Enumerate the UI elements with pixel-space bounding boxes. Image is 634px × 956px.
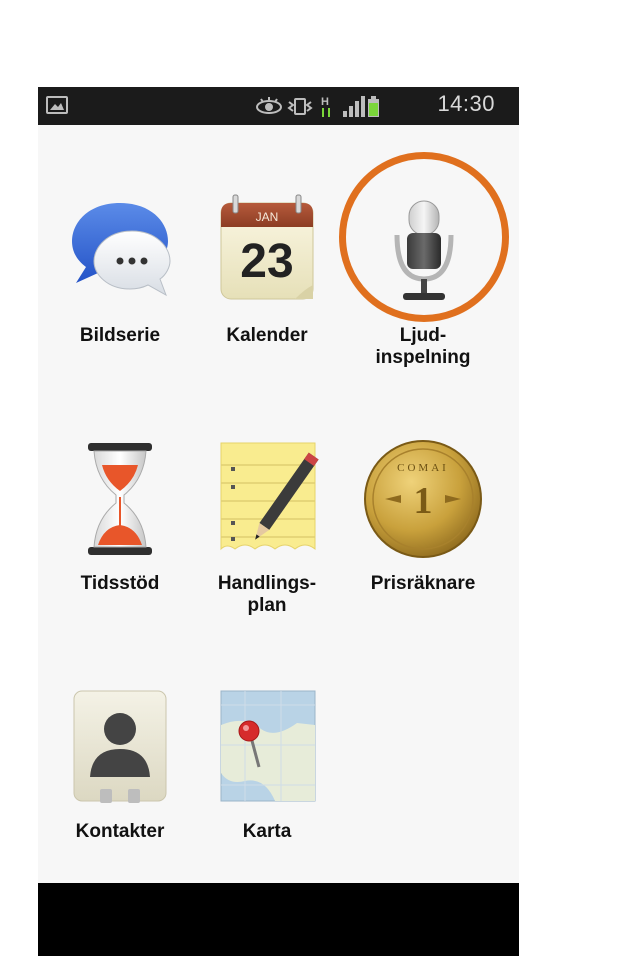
notepad-pencil-icon xyxy=(220,442,319,551)
app-tidsstod[interactable]: Tidsstöd xyxy=(55,437,185,595)
network-h-icon: H xyxy=(321,96,330,117)
eye-icon xyxy=(256,97,282,114)
navigation-bar xyxy=(38,883,519,956)
contacts-icon xyxy=(73,690,167,803)
phone-screen: H 14:30 Bildserie JAN 23 Kalender Ljud- … xyxy=(38,87,519,956)
app-label: Kontakter xyxy=(75,821,165,842)
app-label: Handlings- plan xyxy=(217,573,317,616)
coin-icon: COMAI 1 xyxy=(364,440,482,558)
signal-icon xyxy=(343,96,365,117)
app-ljudinspelning[interactable]: Ljud- inspelning xyxy=(358,189,488,369)
svg-text:H: H xyxy=(321,96,329,108)
app-label: Karta xyxy=(242,821,292,842)
calendar-icon: JAN 23 xyxy=(220,194,314,300)
app-karta[interactable]: Karta xyxy=(202,685,332,843)
calendar-day: 23 xyxy=(240,235,293,288)
status-time: 14:30 xyxy=(437,91,495,116)
status-bar: H 14:30 xyxy=(38,87,519,125)
coin-value: 1 xyxy=(414,480,433,522)
coin-text: COMAI xyxy=(397,462,449,474)
vibrate-icon xyxy=(287,98,313,115)
microphone-icon xyxy=(394,200,454,300)
app-bildserie[interactable]: Bildserie xyxy=(55,189,185,347)
app-label: Ljud- inspelning xyxy=(375,325,471,368)
app-label: Prisräknare xyxy=(370,573,476,594)
hourglass-icon xyxy=(88,443,152,555)
chat-bubbles-icon xyxy=(72,203,171,297)
app-label: Bildserie xyxy=(79,325,161,346)
calendar-month: JAN xyxy=(256,210,279,224)
app-kalender[interactable]: JAN 23 Kalender xyxy=(202,189,332,347)
image-icon xyxy=(46,96,68,114)
app-kontakter[interactable]: Kontakter xyxy=(55,685,185,843)
map-pin-icon xyxy=(220,690,316,802)
app-prisraknare[interactable]: COMAI 1 Prisräknare xyxy=(358,437,488,595)
battery-icon xyxy=(368,96,379,117)
app-handlingsplan[interactable]: Handlings- plan xyxy=(202,437,332,617)
status-icons: H xyxy=(256,96,379,117)
app-label: Kalender xyxy=(226,325,308,346)
app-label: Tidsstöd xyxy=(80,573,160,594)
